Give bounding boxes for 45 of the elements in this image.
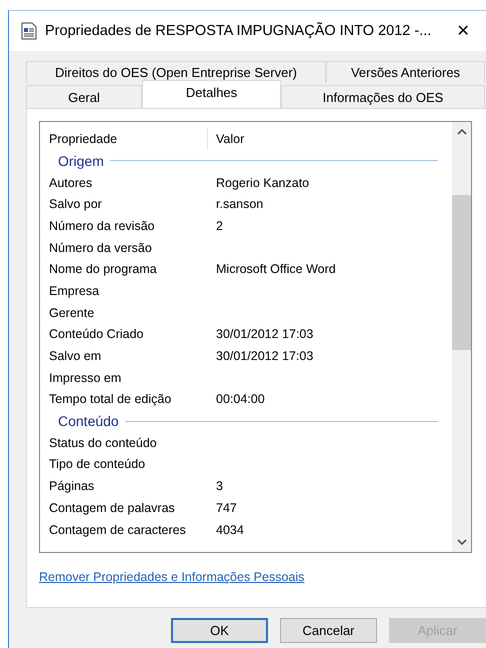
column-header[interactable]: Valor xyxy=(208,132,244,146)
property-value: 2 xyxy=(216,218,223,233)
document-icon xyxy=(21,22,37,40)
tab[interactable]: Detalhes xyxy=(142,80,281,108)
property-name: Salvo em xyxy=(49,349,102,364)
property-name: Número da revisão xyxy=(49,218,156,233)
property-name: Tempo total de edição xyxy=(49,392,172,406)
property-value: 747 xyxy=(216,500,237,515)
group-heading[interactable]: Origem xyxy=(58,152,104,169)
property-name: Salvo por xyxy=(49,197,103,212)
scrollbar[interactable] xyxy=(452,122,471,552)
property-value: 3 xyxy=(216,479,223,494)
property-name: Conteúdo Criado xyxy=(49,327,145,342)
scroll-up-icon[interactable] xyxy=(456,129,466,135)
tab[interactable]: Versões Anteriores xyxy=(326,61,485,83)
property-name: Tipo de conteúdo xyxy=(49,457,146,472)
close-button[interactable]: ✕ xyxy=(448,21,478,41)
column-header[interactable]: Propriedade xyxy=(49,128,208,150)
scroll-down-icon[interactable] xyxy=(456,539,466,545)
property-name: Autores xyxy=(49,176,94,190)
property-name: Contagem de palavras xyxy=(49,500,176,515)
scrollbar-thumb[interactable] xyxy=(452,195,471,350)
tab[interactable]: Informações do OES xyxy=(281,85,485,108)
property-value: r.sanson xyxy=(216,197,264,212)
property-value: Microsoft Office Word xyxy=(216,262,336,276)
dialog-button[interactable]: OK xyxy=(171,618,268,643)
property-value: 4034 xyxy=(216,522,244,537)
property-value: 30/01/2012 17:03 xyxy=(216,327,314,342)
property-name: Contagem de caracteres xyxy=(49,522,187,537)
group-heading[interactable]: Conteúdo xyxy=(58,413,119,430)
property-name: Empresa xyxy=(49,284,100,298)
property-name: Status do conteúdo xyxy=(49,436,158,450)
property-value: 30/01/2012 17:03 xyxy=(216,349,314,364)
property-name: Número da versão xyxy=(49,240,153,255)
property-name: Páginas xyxy=(49,479,96,494)
dialog-button[interactable]: Cancelar xyxy=(280,618,377,643)
remove-properties-link[interactable]: Remover Propriedades e Informações Pessoais xyxy=(39,570,304,584)
property-name: Nome do programa xyxy=(49,262,158,276)
property-name: Gerente xyxy=(49,306,96,320)
property-name: Impresso em xyxy=(49,370,122,385)
tab[interactable]: Direitos do OES (Open Entreprise Server) xyxy=(26,61,326,83)
property-value: 00:04:00 xyxy=(216,392,265,406)
window-title: Propriedades de RESPOSTA IMPUGNAÇÃO INTO 2012 -... xyxy=(45,23,432,39)
tab[interactable]: Geral xyxy=(26,85,142,108)
property-value: Rogerio Kanzato xyxy=(216,176,310,190)
